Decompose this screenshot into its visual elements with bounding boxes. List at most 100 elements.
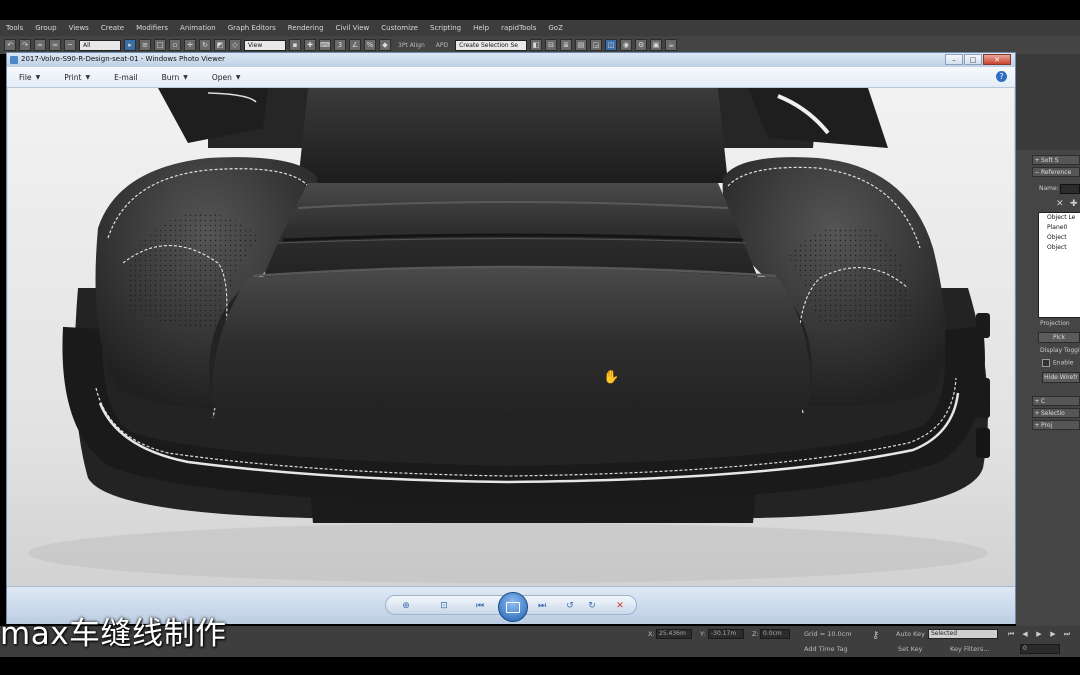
- menu-civil-view[interactable]: Civil View: [330, 24, 376, 32]
- spinner-snap-icon[interactable]: ◆: [379, 39, 391, 51]
- named-selection-set-select[interactable]: Create Selection Se: [455, 39, 528, 51]
- previous-icon[interactable]: ⏮: [474, 600, 486, 612]
- goto-end-icon[interactable]: ⏭: [1062, 629, 1072, 639]
- unlink-icon[interactable]: ≈: [49, 39, 61, 51]
- snap-3-icon[interactable]: 3: [334, 39, 346, 51]
- menu-goz[interactable]: GoZ: [542, 24, 569, 32]
- reference-object-list[interactable]: Object Le Plane0 Object Object: [1038, 212, 1080, 318]
- mirror-icon[interactable]: ◧: [530, 39, 543, 51]
- list-item[interactable]: Object: [1039, 243, 1080, 253]
- play-icon[interactable]: ▶: [1034, 629, 1044, 639]
- rotate-cw-icon[interactable]: ↻: [586, 600, 598, 612]
- y-coordinate-field[interactable]: -30.17m: [708, 629, 744, 639]
- rendered-frame-icon[interactable]: ▣: [650, 39, 663, 51]
- rect-selection-icon[interactable]: □: [154, 39, 166, 51]
- menu-print[interactable]: Print ▼: [52, 73, 102, 82]
- selection-filter-select[interactable]: All: [79, 39, 121, 51]
- current-frame-field[interactable]: 0: [1020, 644, 1060, 654]
- delete-icon[interactable]: ✕: [614, 600, 626, 612]
- rollout-reference[interactable]: − Reference: [1032, 167, 1080, 177]
- pick-button[interactable]: Pick: [1038, 332, 1080, 343]
- auto-key-button[interactable]: Auto Key: [896, 630, 925, 638]
- menu-open[interactable]: Open ▼: [200, 73, 253, 82]
- add-time-tag-button[interactable]: Add Time Tag: [804, 645, 848, 653]
- hide-wireframe-button[interactable]: Hide Wirefr: [1042, 372, 1080, 383]
- rotate-ccw-icon[interactable]: ↺: [564, 600, 576, 612]
- key-icon[interactable]: ⚷: [872, 630, 879, 641]
- key-selection-select[interactable]: Selected: [928, 629, 998, 639]
- render-setup-icon[interactable]: ⚙: [635, 39, 648, 51]
- pivot-icon[interactable]: ▪: [289, 39, 301, 51]
- align-3pt-label[interactable]: 3Pt Align: [394, 42, 429, 49]
- schematic-view-icon[interactable]: ◫: [605, 39, 618, 51]
- menu-graph-editors[interactable]: Graph Editors: [222, 24, 282, 32]
- percent-snap-icon[interactable]: %: [364, 39, 376, 51]
- zoom-icon[interactable]: ⊕: [400, 600, 412, 612]
- redo-icon[interactable]: ↷: [19, 39, 31, 51]
- menu-burn[interactable]: Burn ▼: [150, 73, 200, 82]
- menu-file[interactable]: File ▼: [7, 73, 52, 82]
- list-item[interactable]: Object Le: [1039, 213, 1080, 223]
- scale-icon[interactable]: ◩: [214, 39, 226, 51]
- name-field[interactable]: [1060, 184, 1080, 194]
- undo-icon[interactable]: ↶: [4, 39, 16, 51]
- x-coordinate-field[interactable]: 25.436m: [656, 629, 692, 639]
- menu-modifiers[interactable]: Modifiers: [130, 24, 174, 32]
- set-key-button[interactable]: Set Key: [898, 645, 923, 653]
- video-subtitle: max车缝线制作: [0, 616, 227, 652]
- keyboard-shortcut-icon[interactable]: ⌨: [319, 39, 331, 51]
- next-frame-icon[interactable]: ▶: [1048, 629, 1058, 639]
- place-icon[interactable]: ◇: [229, 39, 241, 51]
- angle-snap-icon[interactable]: ∠: [349, 39, 361, 51]
- select-by-name-icon[interactable]: ≡: [139, 39, 151, 51]
- enable-checkbox[interactable]: Enable: [1042, 359, 1073, 367]
- link-icon[interactable]: ∞: [34, 39, 46, 51]
- menu-group[interactable]: Group: [29, 24, 62, 32]
- menu-tools[interactable]: Tools: [0, 24, 29, 32]
- list-item[interactable]: Object: [1039, 233, 1080, 243]
- material-editor-icon[interactable]: ◉: [620, 39, 633, 51]
- list-item[interactable]: Plane0: [1039, 223, 1080, 233]
- key-filters-button[interactable]: Key Filters...: [950, 645, 990, 653]
- actual-size-icon[interactable]: ⊡: [438, 600, 450, 612]
- move-icon[interactable]: ✛: [184, 39, 196, 51]
- rotate-icon[interactable]: ↻: [199, 39, 211, 51]
- curve-editor-icon[interactable]: ◲: [590, 39, 603, 51]
- maximize-button[interactable]: □: [964, 54, 982, 65]
- menu-create[interactable]: Create: [95, 24, 130, 32]
- next-icon[interactable]: ⏭: [536, 600, 548, 612]
- layer-manager-icon[interactable]: ≣: [560, 39, 573, 51]
- reference-coord-select[interactable]: View: [244, 39, 286, 51]
- menu-help[interactable]: Help: [467, 24, 495, 32]
- rollout-soft-selection[interactable]: + Soft S: [1032, 155, 1080, 165]
- window-crossing-icon[interactable]: ▫: [169, 39, 181, 51]
- apd-label[interactable]: APD: [432, 42, 452, 49]
- ribbon-icon[interactable]: ▤: [575, 39, 588, 51]
- close-button[interactable]: ✕: [983, 54, 1011, 65]
- goto-start-icon[interactable]: ⏮: [1006, 629, 1016, 639]
- menu-rapidtools[interactable]: rapidTools: [495, 24, 542, 32]
- menu-email[interactable]: E-mail: [102, 73, 150, 82]
- rollout-c[interactable]: + C: [1032, 396, 1080, 406]
- slideshow-button[interactable]: [498, 592, 528, 622]
- select-manipulate-icon[interactable]: ✚: [304, 39, 316, 51]
- menu-views[interactable]: Views: [63, 24, 95, 32]
- menu-customize[interactable]: Customize: [375, 24, 424, 32]
- minimize-button[interactable]: –: [945, 54, 963, 65]
- help-icon[interactable]: ?: [996, 71, 1007, 82]
- align-icon[interactable]: ⊟: [545, 39, 558, 51]
- add-icon[interactable]: ✚: [1070, 199, 1078, 209]
- delete-icon[interactable]: ✕: [1056, 199, 1064, 209]
- render-icon[interactable]: ☕: [665, 39, 678, 51]
- menu-rendering[interactable]: Rendering: [282, 24, 330, 32]
- menu-animation[interactable]: Animation: [174, 24, 222, 32]
- bind-spacewarp-icon[interactable]: ~: [64, 39, 76, 51]
- photo-image-area[interactable]: [8, 88, 1014, 586]
- menu-scripting[interactable]: Scripting: [424, 24, 467, 32]
- select-object-icon[interactable]: ▸: [124, 39, 136, 51]
- prev-frame-icon[interactable]: ◀: [1020, 629, 1030, 639]
- photo-viewer-titlebar[interactable]: 2017-Volvo-S90-R-Design-seat-01 - Window…: [7, 53, 1015, 67]
- rollout-selection[interactable]: + Selectio: [1032, 408, 1080, 418]
- rollout-projection[interactable]: + Proj: [1032, 420, 1080, 430]
- z-coordinate-field[interactable]: 0.0cm: [760, 629, 790, 639]
